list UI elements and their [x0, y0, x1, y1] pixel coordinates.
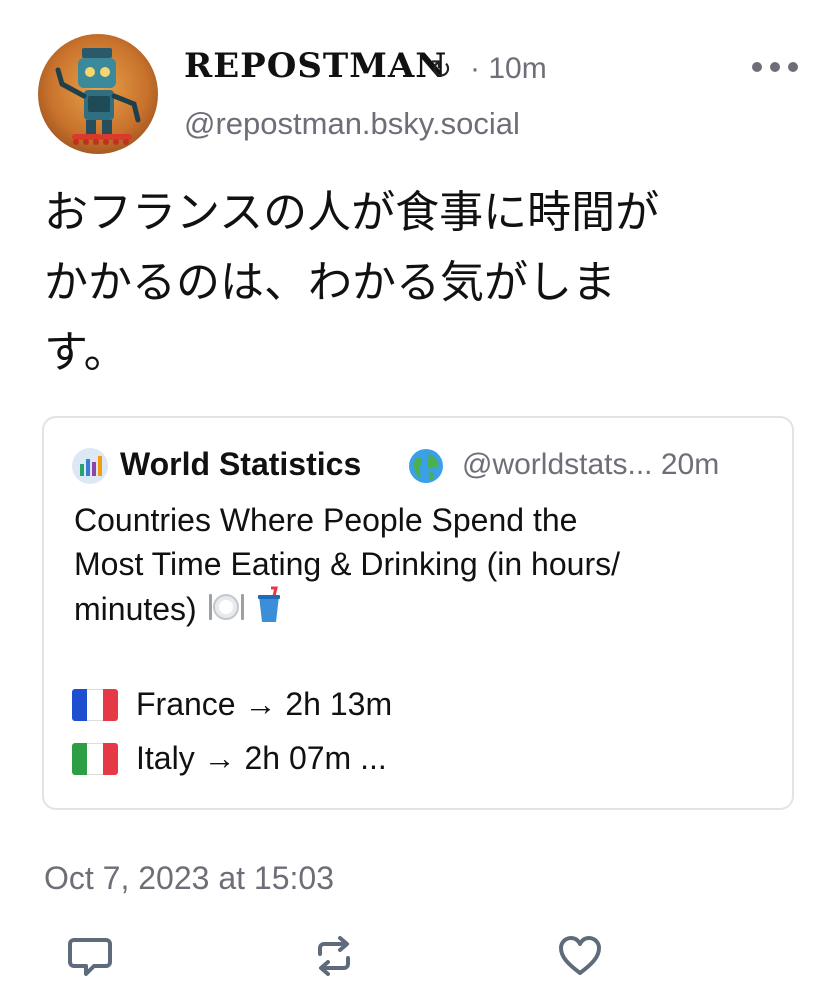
- france-flag-icon: [72, 688, 118, 721]
- repost-indicator-icon: ↻: [430, 54, 452, 84]
- quoted-text-line: Countries Where People Spend the: [74, 502, 578, 538]
- italy-flag-icon: [72, 742, 118, 775]
- avatar[interactable]: [38, 34, 158, 154]
- post-relative-time[interactable]: · 10m: [470, 52, 547, 86]
- more-icon[interactable]: [752, 52, 798, 82]
- quoted-text-line: Most Time Eating & Drinking (in hours/: [74, 546, 620, 582]
- quoted-post-card[interactable]: World Statistics @worldstats... 20m Coun…: [42, 416, 794, 810]
- post-text-line: す。: [44, 327, 128, 378]
- quoted-post-text: Countries Where People Spend the Most Ti…: [74, 498, 764, 631]
- post-timestamp: Oct 7, 2023 at 15:03: [44, 860, 334, 896]
- like-button[interactable]: [556, 932, 604, 980]
- heart-icon: [559, 936, 601, 975]
- author-display-name[interactable]: REPOSTMAN: [184, 46, 447, 86]
- plate-cutlery-icon: [208, 594, 244, 620]
- reply-icon: [68, 938, 112, 976]
- cup-with-straw-icon: [258, 586, 281, 622]
- post-text: おフランスの人が食事に時間が かかるのは、わかる気がしま す。: [44, 178, 814, 388]
- quoted-author-handle-time: @worldstats... 20m: [462, 448, 720, 481]
- reply-button[interactable]: [66, 932, 114, 980]
- quoted-text-line: minutes): [74, 591, 197, 627]
- quoted-author-avatar: [72, 448, 108, 484]
- robot-avatar-image: [55, 48, 141, 145]
- quoted-list-item: France → 2h 13m: [72, 686, 392, 723]
- quoted-list-item-text: France → 2h 13m: [136, 686, 393, 722]
- quoted-list-item: Italy → 2h 07m ...: [72, 740, 387, 777]
- post-text-line: かかるのは、わかる気がしま: [44, 257, 616, 308]
- quoted-list-item-text: Italy → 2h 07m ...: [136, 740, 387, 776]
- globe-icon: [409, 449, 443, 483]
- repost-icon: [318, 936, 350, 976]
- repost-button[interactable]: [310, 932, 358, 980]
- post-text-line: おフランスの人が食事に時間が: [44, 187, 660, 238]
- author-handle[interactable]: @repostman.bsky.social: [184, 106, 520, 142]
- quoted-author-name: World Statistics: [120, 446, 362, 482]
